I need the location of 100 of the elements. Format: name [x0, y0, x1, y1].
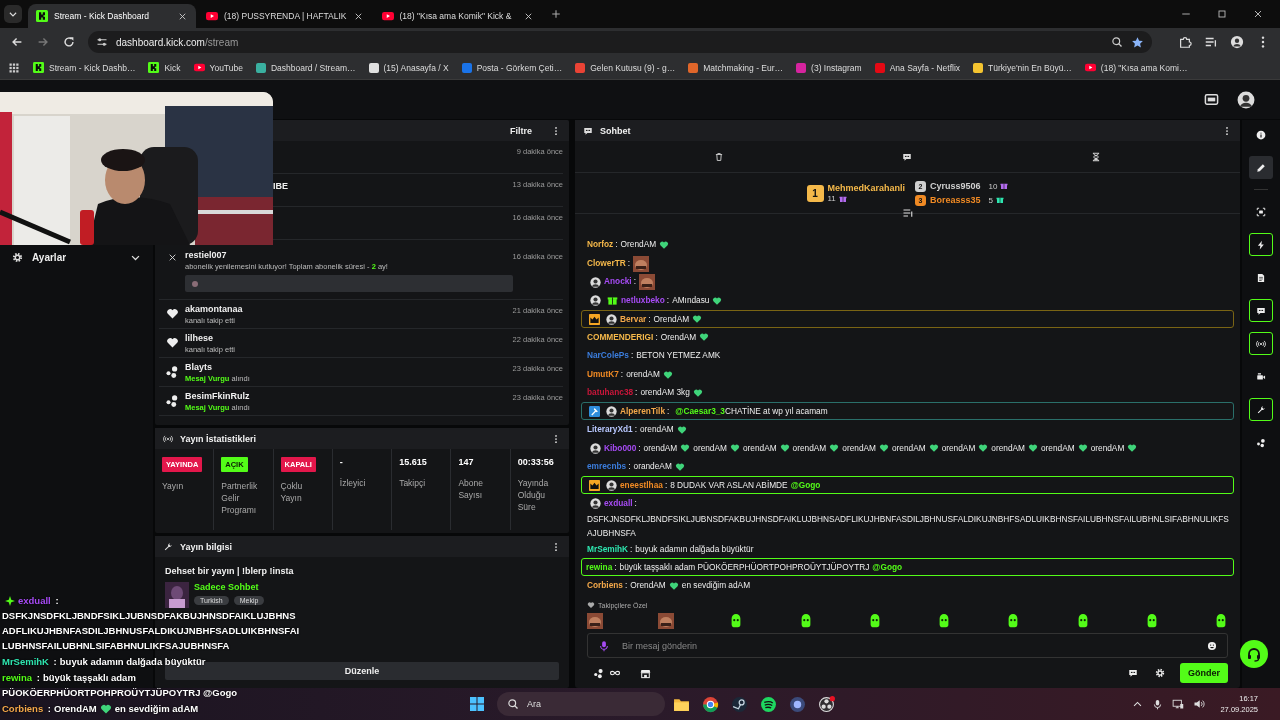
- recorder-icon[interactable]: [818, 695, 835, 713]
- back-icon[interactable]: [10, 35, 24, 49]
- stat-label: Abone Sayısı: [458, 477, 484, 501]
- chat-icon[interactable]: [902, 151, 913, 162]
- username[interactable]: eneestlhaa: [620, 479, 663, 490]
- username[interactable]: Bervar: [620, 313, 647, 324]
- address-bar[interactable]: dashboard.kick.com/stream: [88, 31, 1152, 53]
- hourglass-icon[interactable]: [1090, 151, 1101, 162]
- volume-icon[interactable]: [1193, 698, 1206, 710]
- bookmark[interactable]: Gelen Kutusu (9) - g…: [575, 62, 676, 73]
- app-icon[interactable]: [789, 695, 806, 713]
- message-text: buyuk adamın dalğada büyüktür: [635, 543, 754, 554]
- store-icon[interactable]: [640, 667, 651, 679]
- start-icon[interactable]: [469, 696, 485, 712]
- zoom-icon[interactable]: [1111, 36, 1123, 48]
- star-icon[interactable]: [1131, 35, 1144, 49]
- heart-icon: [1077, 443, 1088, 454]
- username: restiel007: [185, 250, 228, 260]
- stat-label: Partnerlik Gelir Programı: [221, 480, 259, 516]
- profile-icon[interactable]: [1230, 35, 1244, 49]
- search-field[interactable]: Ara: [497, 692, 665, 716]
- message-text: orendAM: [991, 442, 1025, 453]
- bookmark[interactable]: YouTube: [193, 62, 243, 73]
- username[interactable]: Anocki: [604, 276, 632, 287]
- stat-label: Yayın: [162, 480, 185, 492]
- bookmark[interactable]: Matchmaking - Eur…: [688, 62, 784, 73]
- rail-button[interactable]: [1249, 299, 1273, 322]
- bookmark[interactable]: Ana Sayfa - Netflix: [874, 62, 961, 73]
- bookmark[interactable]: Stream - Kick Dashb…: [33, 62, 136, 73]
- screen-icon[interactable]: [1204, 92, 1219, 107]
- message-text: orendAM: [842, 442, 876, 453]
- rail-button[interactable]: [1249, 233, 1273, 256]
- username[interactable]: Kibo000: [604, 442, 637, 453]
- username[interactable]: netluxbeko: [621, 295, 665, 306]
- message-text: orendAM: [891, 442, 926, 453]
- microphone-icon[interactable]: [1152, 698, 1164, 710]
- apps-icon[interactable]: [8, 61, 20, 74]
- browser-tab[interactable]: Stream - Kick Dashboard: [28, 4, 196, 28]
- steam-icon[interactable]: [731, 695, 748, 713]
- sidebar-item[interactable]: Ayarlar: [0, 248, 153, 266]
- message-text: en sevdiğim adAM: [681, 580, 751, 591]
- extension-icon[interactable]: [1178, 35, 1192, 49]
- settings-icon[interactable]: [1155, 668, 1165, 678]
- username[interactable]: MrSemihK: [587, 543, 629, 554]
- message-input[interactable]: Bir mesaj gönderin: [620, 639, 1197, 652]
- rail-button[interactable]: [1249, 156, 1273, 179]
- network-icon[interactable]: [1172, 698, 1185, 710]
- username[interactable]: LiteraryXd1: [587, 424, 633, 435]
- heart-icon: [779, 443, 790, 454]
- bubbles-icon[interactable]: [593, 667, 604, 679]
- new-tab-icon[interactable]: [549, 8, 562, 20]
- maximize-icon[interactable]: [1216, 8, 1228, 20]
- message-field[interactable]: Bir mesaj gönderin: [587, 633, 1228, 658]
- tab-list-button[interactable]: [4, 5, 22, 23]
- browser-icon[interactable]: [702, 695, 719, 713]
- music-icon[interactable]: [760, 695, 777, 713]
- heart-icon: [712, 295, 723, 306]
- rail-button[interactable]: [1249, 398, 1273, 421]
- bookmark[interactable]: (15) Anasayfa / X: [368, 62, 449, 73]
- message-text: orendAM: [742, 442, 777, 453]
- username[interactable]: COMMENDERIGI: [587, 331, 654, 342]
- username[interactable]: NarColePs: [587, 350, 629, 361]
- forward-icon[interactable]: [36, 35, 50, 49]
- bookmark[interactable]: (3) Instagram: [796, 62, 862, 73]
- bookmark[interactable]: Dashboard / Stream…: [255, 62, 356, 73]
- send-button[interactable]: Gönder: [1180, 663, 1228, 683]
- username[interactable]: Norfoz: [587, 239, 614, 250]
- avatar-icon[interactable]: [1237, 90, 1255, 109]
- close-icon[interactable]: [1252, 8, 1264, 20]
- username[interactable]: emrecnbs: [587, 461, 627, 472]
- site-settings-icon[interactable]: [96, 36, 108, 48]
- browser-tab[interactable]: (18) "Kısa ama Komik" Kick &: [373, 4, 542, 28]
- filter-button[interactable]: Filtre: [504, 123, 538, 138]
- bookmark[interactable]: Posta - Görkem Çeti…: [461, 62, 563, 73]
- username[interactable]: UmutK7: [587, 368, 619, 379]
- play-icon: [381, 10, 394, 22]
- browser-tab[interactable]: (18) PUSSYRENDA | HAFTALIK: [198, 4, 372, 28]
- emoji-icon[interactable]: [1207, 640, 1217, 651]
- mention-link[interactable]: @Caesar3_3: [675, 406, 725, 417]
- username[interactable]: Corbiens: [587, 580, 623, 591]
- reload-icon[interactable]: [62, 35, 76, 49]
- bookmark[interactable]: Türkiye'nin En Büyü…: [973, 62, 1072, 73]
- username[interactable]: rewina: [586, 562, 613, 573]
- username[interactable]: exduall: [604, 497, 633, 508]
- trash-icon[interactable]: [714, 151, 725, 162]
- collapse-icon[interactable]: [901, 207, 914, 219]
- mention-link[interactable]: @Gogo: [790, 479, 821, 490]
- bookmark[interactable]: Kick: [148, 62, 181, 73]
- username: BesimFkinRulz: [185, 391, 251, 401]
- mention-link[interactable]: @Gogo: [872, 562, 903, 573]
- chat-icon[interactable]: [1128, 668, 1138, 678]
- separator: :: [627, 257, 631, 268]
- bookmark[interactable]: (18) "Kısa ama Komi…: [1084, 62, 1188, 73]
- rail-button[interactable]: [1249, 332, 1273, 355]
- username[interactable]: AlperenTilk: [620, 406, 666, 417]
- username[interactable]: ClowerTR: [587, 257, 626, 268]
- message-text: orendAM: [693, 442, 727, 453]
- media-icon[interactable]: [1204, 35, 1218, 49]
- category-link[interactable]: Sadece Sohbet: [194, 582, 265, 592]
- separator: :: [667, 406, 670, 417]
